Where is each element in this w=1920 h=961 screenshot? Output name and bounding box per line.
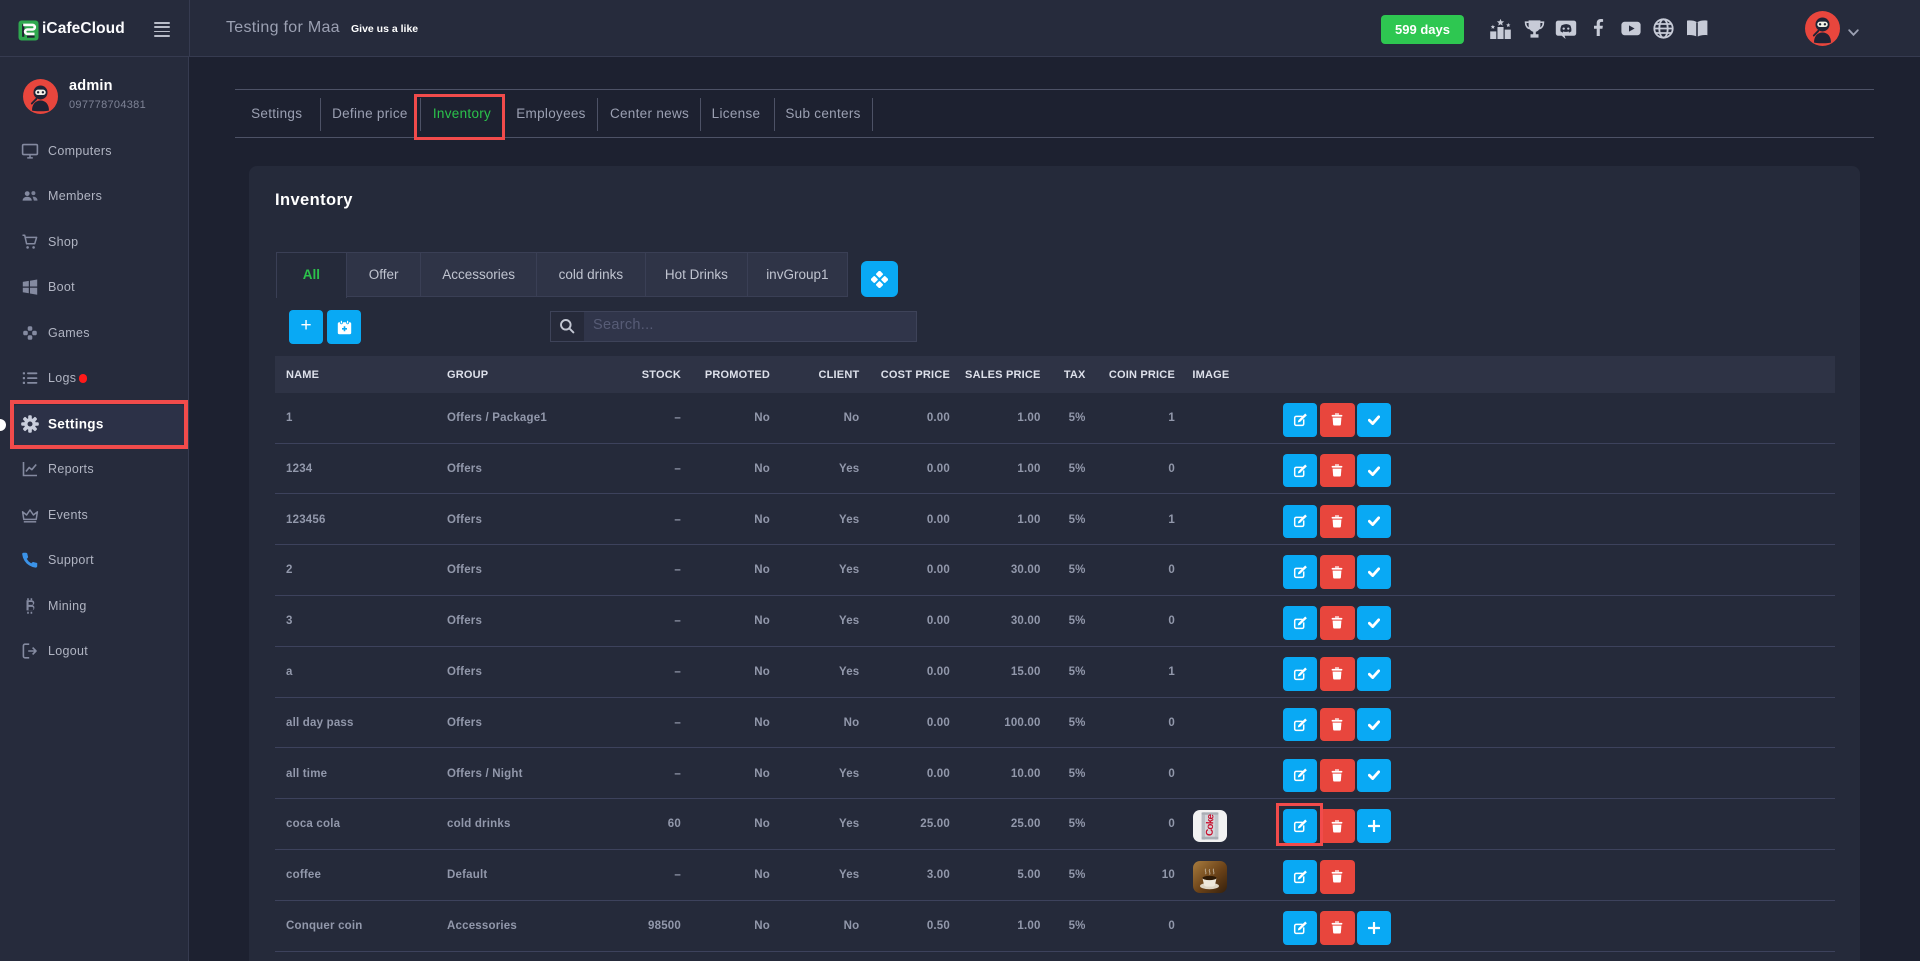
svg-text:Coke: Coke	[1204, 813, 1216, 836]
